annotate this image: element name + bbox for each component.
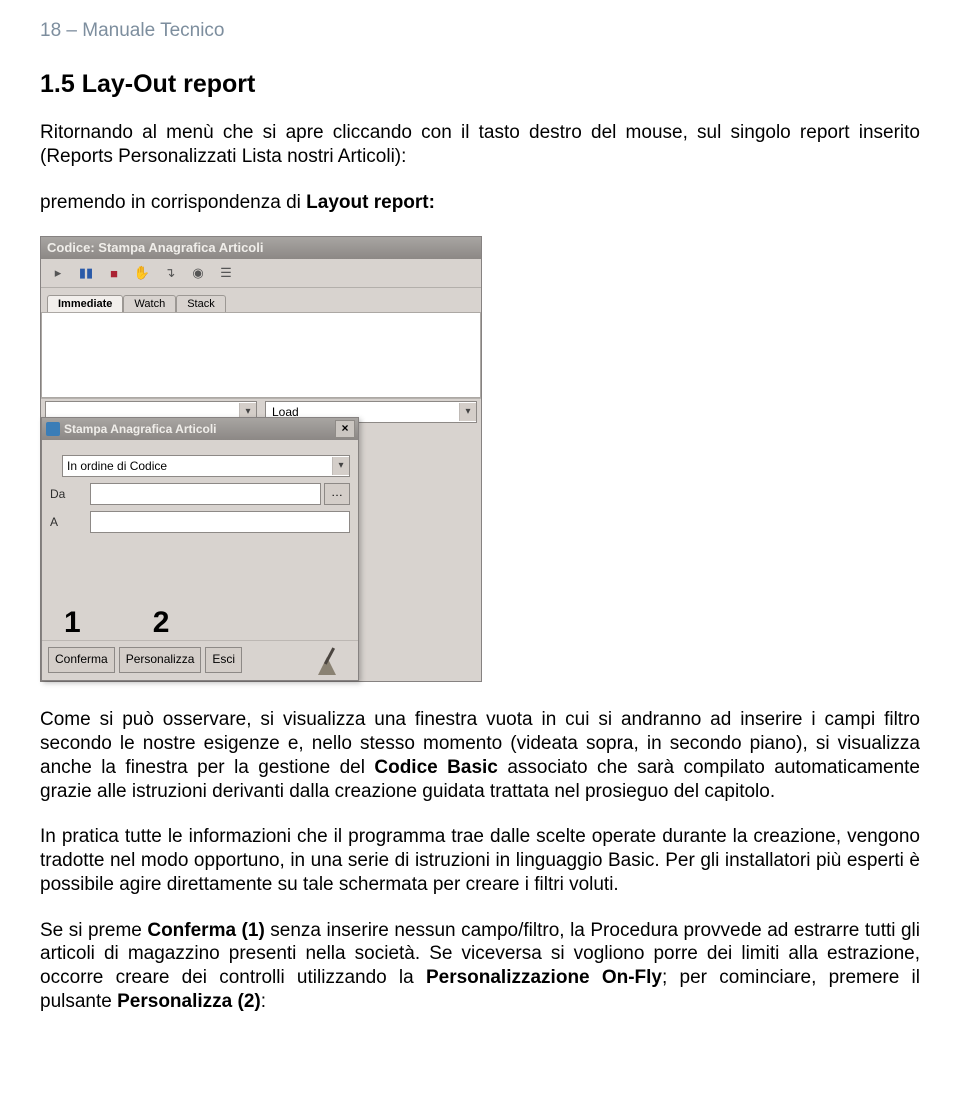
esci-button[interactable]: Esci [205, 647, 242, 673]
eval-icon[interactable]: ☰ [217, 264, 235, 282]
chevron-down-icon: ▾ [459, 403, 476, 421]
conferma-button[interactable]: Conferma [48, 647, 115, 673]
paragraph-observe: Come si può osservare, si visualizza una… [40, 708, 920, 803]
dialog-titlebar: Stampa Anagrafica Articoli × [42, 418, 358, 440]
conferma-ref: Conferma (1) [147, 920, 264, 941]
stampa-dialog: Stampa Anagrafica Articoli × In ordine d… [41, 417, 359, 681]
label-a: A [50, 515, 78, 529]
personalizza-button[interactable]: Personalizza [119, 647, 202, 673]
tab-immediate[interactable]: Immediate [47, 295, 123, 312]
label-da: Da [50, 487, 78, 501]
paragraph-practice: In pratica tutte le informazioni che il … [40, 825, 920, 896]
tab-stack[interactable]: Stack [176, 295, 226, 312]
chevron-down-icon: ▾ [332, 457, 349, 475]
wizard-icon [310, 645, 352, 675]
code-editor-area[interactable] [41, 312, 481, 398]
text-span: Se si preme [40, 920, 147, 941]
da-input[interactable] [90, 483, 321, 505]
step-icon[interactable]: ↴ [161, 264, 179, 282]
debug-toolbar: ▸ ▮▮ ■ ✋ ↴ ◉ ☰ [41, 259, 481, 288]
code-window-titlebar: Codice: Stampa Anagrafica Articoli [41, 237, 481, 259]
debug-tabs: Immediate Watch Stack [41, 288, 481, 312]
personalizza-ref: Personalizza (2) [117, 991, 261, 1012]
intro-paragraph-2: premendo in corrispondenza di Layout rep… [40, 191, 920, 215]
page-header: 18 – Manuale Tecnico [40, 20, 920, 42]
codice-basic-label: Codice Basic [374, 757, 498, 778]
paragraph-conferma: Se si preme Conferma (1) senza inserire … [40, 919, 920, 1014]
section-title: 1.5 Lay-Out report [40, 70, 920, 99]
a-input[interactable] [90, 511, 350, 533]
onfly-ref: Personalizzazione On-Fly [426, 967, 662, 988]
close-icon[interactable]: × [335, 420, 355, 438]
order-combo[interactable]: In ordine di Codice ▾ [62, 455, 350, 477]
dialog-title: Stampa Anagrafica Articoli [64, 422, 331, 436]
stop-icon[interactable]: ■ [105, 264, 123, 282]
pause-icon[interactable]: ▮▮ [77, 264, 95, 282]
callout-number-1: 1 [64, 606, 81, 640]
layout-report-label: Layout report: [306, 192, 435, 213]
order-combo-value: In ordine di Codice [67, 459, 167, 473]
text-span: premendo in corrispondenza di [40, 192, 306, 213]
text-span: : [261, 991, 266, 1012]
callout-number-2: 2 [153, 606, 170, 640]
embedded-screenshot: Codice: Stampa Anagrafica Articoli ▸ ▮▮ … [40, 236, 482, 682]
app-icon [46, 422, 60, 436]
intro-paragraph-1: Ritornando al menù che si apre cliccando… [40, 121, 920, 169]
toolbar-icon[interactable]: ▸ [49, 264, 67, 282]
browse-button[interactable]: … [324, 483, 350, 505]
hand-icon[interactable]: ✋ [133, 264, 151, 282]
tab-watch[interactable]: Watch [123, 295, 176, 312]
breakpoint-icon[interactable]: ◉ [189, 264, 207, 282]
